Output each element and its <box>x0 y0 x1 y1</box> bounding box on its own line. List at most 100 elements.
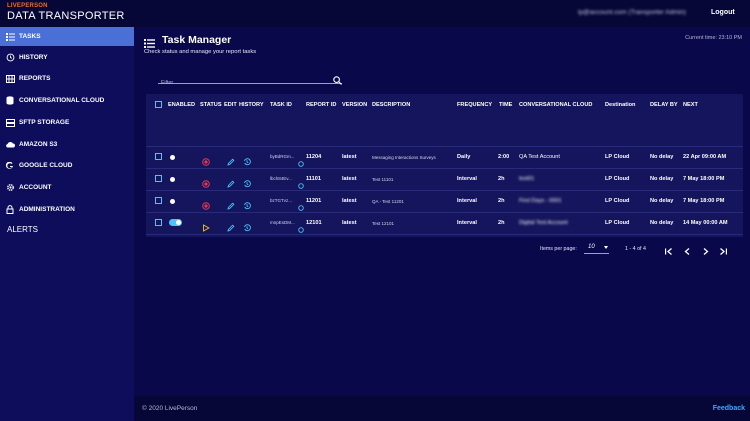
report-id: 12101 <box>306 220 322 226</box>
time: 2h <box>498 176 505 182</box>
version: latest <box>342 220 357 226</box>
sidebar-item-sftp-storage[interactable]: SFTP STORAGE <box>0 113 134 132</box>
footer: © 2020 LivePerson Feedback <box>134 396 750 421</box>
search-icon[interactable] <box>333 72 342 90</box>
column-header-conversational-cloud[interactable]: CONVERSATIONAL CLOUD <box>519 102 592 108</box>
sidebar-item-administration[interactable]: ADMINISTRATION <box>0 200 134 219</box>
description: Test 11101 <box>372 177 394 182</box>
current-time: Current time: 23:10 PM <box>685 35 742 41</box>
conversational-cloud-account: test01 <box>519 176 535 182</box>
row-divider <box>146 234 743 235</box>
time: 2h <box>498 198 505 204</box>
sidebar-item-label: CONVERSATIONAL CLOUD <box>19 97 105 104</box>
description: Test 12101 <box>372 221 395 226</box>
table-row[interactable]: bzTGTvz... 11201 latest QA - Test 11201 … <box>146 190 743 212</box>
enabled-toggle[interactable] <box>170 177 175 182</box>
version: latest <box>342 176 357 182</box>
destination: LP Cloud <box>605 198 630 204</box>
delay-by: No delay <box>650 176 674 182</box>
enabled-toggle[interactable] <box>170 199 175 204</box>
column-header-report-id[interactable]: REPORT ID <box>306 102 336 108</box>
enabled-toggle[interactable] <box>170 155 175 160</box>
column-header-edit: EDIT <box>224 102 237 108</box>
column-header-time[interactable]: TIME <box>499 102 512 108</box>
conversational-cloud-account: Digital Test Account <box>519 220 568 226</box>
version: latest <box>342 198 357 204</box>
column-header-description[interactable]: DESCRIPTION <box>372 102 410 108</box>
first-page-button[interactable] <box>664 243 673 261</box>
chevron-down-icon <box>604 246 608 249</box>
description: Messaging Interactions Surveys <box>372 155 436 160</box>
sidebar-item-label: AMAZON S3 <box>19 141 58 148</box>
destination: LP Cloud <box>605 154 630 160</box>
select-all-checkbox[interactable] <box>155 101 162 108</box>
paginator: Items per page: 10 1 - 4 of 4 <box>146 240 743 260</box>
items-per-page-label: Items per page: <box>540 246 577 252</box>
filter-field <box>158 71 342 89</box>
page-subtitle: Check status and manage your report task… <box>144 49 257 55</box>
column-header-task-id[interactable]: TASK ID <box>270 102 292 108</box>
brand-logo-small: LIVEPERSON <box>7 3 48 9</box>
page-size-value: 10 <box>588 244 595 250</box>
next-run: 14 May 00:00 AM <box>683 220 728 226</box>
google-icon <box>3 161 17 170</box>
frequency: Daily <box>457 154 471 160</box>
table-row[interactable]: mnpEsDM... 12101 latest Test 12101 Inter… <box>146 212 743 234</box>
sidebar: TASKS HISTORY REPORTS CONVERSATIONAL CLO… <box>0 27 134 421</box>
destination: LP Cloud <box>605 176 630 182</box>
frequency: Interval <box>457 176 477 182</box>
column-header-next[interactable]: NEXT <box>683 102 698 108</box>
top-bar: LIVEPERSON DATA TRANSPORTER lp@account.c… <box>0 0 750 27</box>
previous-page-button[interactable] <box>683 243 692 261</box>
feedback-link[interactable]: Feedback <box>713 405 745 412</box>
time: 2:00 <box>498 154 510 160</box>
conversational-cloud-account: First Days - 0001 <box>519 198 562 204</box>
task-id: bzTGTvz... <box>270 198 293 203</box>
sidebar-item-alerts[interactable]: ALERTS <box>7 225 38 234</box>
column-header-frequency[interactable]: FREQUENCY <box>457 102 492 108</box>
sidebar-item-amazon-s3[interactable]: AMAZON S3 <box>0 135 134 154</box>
sidebar-item-reports[interactable]: REPORTS <box>0 69 134 88</box>
sidebar-item-history[interactable]: HISTORY <box>0 48 134 67</box>
row-checkbox[interactable] <box>155 153 162 160</box>
filter-input[interactable] <box>158 77 323 89</box>
column-header-version[interactable]: VERSION <box>342 102 367 108</box>
destination: LP Cloud <box>605 220 630 226</box>
sidebar-item-label: ACCOUNT <box>19 184 52 191</box>
page-size-select[interactable]: 10 <box>584 242 609 254</box>
last-page-button[interactable] <box>719 243 728 261</box>
column-header-enabled[interactable]: ENABLED <box>168 102 195 108</box>
sidebar-item-label: TASKS <box>19 33 41 40</box>
cloud-icon <box>3 141 17 148</box>
frequency: Interval <box>457 220 477 226</box>
next-run: 22 Apr 09:00 AM <box>683 154 727 160</box>
logout-button[interactable]: Logout <box>711 9 735 16</box>
history-icon <box>3 53 17 62</box>
row-checkbox[interactable] <box>155 219 162 226</box>
copy-icon[interactable] <box>298 220 304 238</box>
conversational-cloud-account: QA Test Account <box>519 154 560 160</box>
grid-icon <box>3 74 17 83</box>
row-checkbox[interactable] <box>155 197 162 204</box>
frequency: Interval <box>457 198 477 204</box>
next-run: 7 May 18:00 PM <box>683 176 725 182</box>
table-row[interactable]: byBdRGm... 11204 latest Messaging Intera… <box>146 146 743 168</box>
time: 2h <box>498 220 505 226</box>
report-id: 11201 <box>306 198 322 204</box>
column-header-destination[interactable]: Destination <box>605 102 635 108</box>
sidebar-item-conversational-cloud[interactable]: CONVERSATIONAL CLOUD <box>0 91 134 110</box>
sidebar-item-tasks[interactable]: TASKS <box>0 27 134 46</box>
sidebar-item-label: GOOGLE CLOUD <box>19 162 73 169</box>
next-page-button[interactable] <box>701 243 710 261</box>
sidebar-item-google-cloud[interactable]: GOOGLE CLOUD <box>0 156 134 175</box>
table-row[interactable]: lbch84Ev... 11101 latest Test 11101 Inte… <box>146 168 743 190</box>
row-checkbox[interactable] <box>155 175 162 182</box>
description: QA - Test 11201 <box>372 199 404 204</box>
sidebar-item-account[interactable]: ACCOUNT <box>0 178 134 197</box>
column-header-status[interactable]: STATUS <box>200 102 222 108</box>
gear-icon <box>3 183 17 192</box>
sidebar-footer <box>0 396 134 421</box>
enabled-toggle[interactable] <box>169 219 182 226</box>
table-header: ENABLED STATUS EDIT HISTORY TASK ID REPO… <box>146 94 743 118</box>
column-header-delay-by[interactable]: DELAY BY <box>650 102 678 108</box>
